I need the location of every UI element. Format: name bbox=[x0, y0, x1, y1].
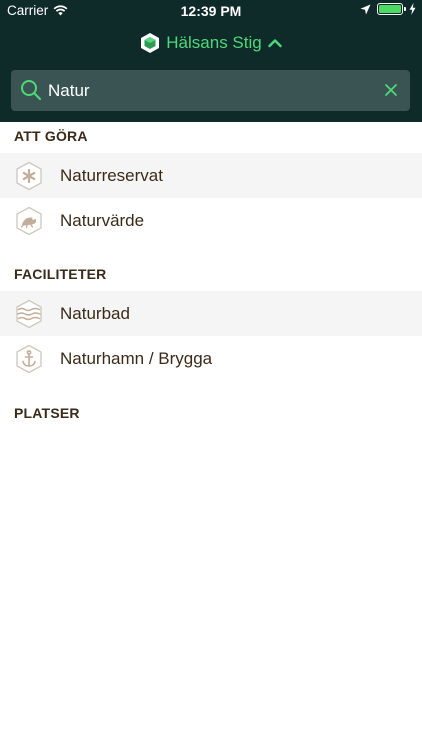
section-header-platser: PLATSER bbox=[14, 405, 80, 421]
item-label: Naturbad bbox=[60, 303, 130, 323]
section-header-att-gora: ATT GÖRA bbox=[14, 128, 88, 144]
list-item-naturvarde[interactable]: Naturvärde bbox=[0, 198, 422, 243]
app-title: Hälsans Stig bbox=[166, 33, 262, 52]
list-item-naturbad[interactable]: Naturbad bbox=[0, 291, 422, 336]
search-icon bbox=[21, 80, 42, 101]
asterisk-hex-icon bbox=[16, 161, 42, 191]
anchor-hex-icon bbox=[16, 344, 42, 374]
chevron-up-icon[interactable] bbox=[268, 38, 282, 48]
location-arrow-icon bbox=[360, 4, 371, 14]
list-item-naturreservat[interactable]: Naturreservat bbox=[0, 153, 422, 198]
waves-hex-icon bbox=[16, 299, 42, 329]
status-right bbox=[360, 3, 416, 15]
search-bar[interactable] bbox=[11, 70, 410, 111]
item-label: Naturhamn / Brygga bbox=[60, 348, 213, 368]
close-icon[interactable] bbox=[384, 83, 398, 97]
section-header-faciliteter: FACILITETER bbox=[14, 266, 107, 282]
list-item-naturhamn-brygga[interactable]: Naturhamn / Brygga bbox=[0, 336, 422, 381]
item-label: Naturvärde bbox=[60, 210, 145, 230]
frog-hex-icon bbox=[16, 206, 42, 236]
clock: 12:39 PM bbox=[180, 3, 242, 19]
hexagon-logo-icon bbox=[141, 33, 160, 53]
charging-bolt-icon bbox=[409, 3, 416, 15]
battery-icon bbox=[377, 3, 406, 15]
battery-level bbox=[379, 5, 401, 13]
search-input[interactable] bbox=[48, 70, 368, 111]
item-label: Naturreservat bbox=[60, 165, 163, 185]
region-selector[interactable]: Hälsans Stig bbox=[0, 31, 422, 55]
app-header: Carrier 12:39 PM Hälsans Stig Natur bbox=[0, 0, 422, 122]
status-bar: Carrier 12:39 PM bbox=[0, 0, 422, 22]
